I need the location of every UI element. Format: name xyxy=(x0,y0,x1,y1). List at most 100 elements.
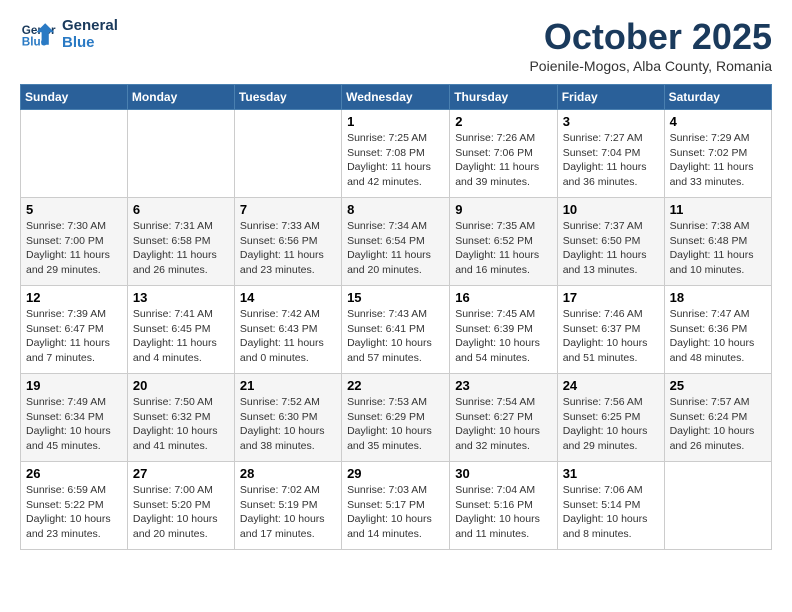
calendar-day-3: 3 Sunrise: 7:27 AM Sunset: 7:04 PM Daylig… xyxy=(557,110,664,198)
day-info: Sunrise: 7:38 AM Sunset: 6:48 PM Dayligh… xyxy=(670,219,766,278)
empty-day xyxy=(21,110,128,198)
day-info: Sunrise: 7:26 AM Sunset: 7:06 PM Dayligh… xyxy=(455,131,551,190)
empty-day xyxy=(127,110,234,198)
day-info: Sunrise: 7:03 AM Sunset: 5:17 PM Dayligh… xyxy=(347,483,444,542)
calendar-day-20: 20 Sunrise: 7:50 AM Sunset: 6:32 PM Dayli… xyxy=(127,374,234,462)
day-info: Sunrise: 6:59 AM Sunset: 5:22 PM Dayligh… xyxy=(26,483,122,542)
day-info: Sunrise: 7:30 AM Sunset: 7:00 PM Dayligh… xyxy=(26,219,122,278)
day-info: Sunrise: 7:27 AM Sunset: 7:04 PM Dayligh… xyxy=(563,131,659,190)
calendar-day-16: 16Sunrise: 7:45 AM Sunset: 6:39 PM Dayli… xyxy=(450,286,557,374)
day-header-sunday: Sunday xyxy=(21,85,128,110)
calendar-day-4: 4Sunrise: 7:29 AM Sunset: 7:02 PM Daylig… xyxy=(664,110,771,198)
calendar-day-22: 22 Sunrise: 7:53 AM Sunset: 6:29 PM Dayli… xyxy=(342,374,450,462)
day-info: Sunrise: 7:33 AM Sunset: 6:56 PM Dayligh… xyxy=(240,219,336,278)
logo-blue: Blue xyxy=(62,34,118,51)
day-info: Sunrise: 7:35 AM Sunset: 6:52 PM Dayligh… xyxy=(455,219,551,278)
day-number: 13 xyxy=(133,290,229,305)
day-number: 8 xyxy=(347,202,444,217)
day-info: Sunrise: 7:42 AM Sunset: 6:43 PM Dayligh… xyxy=(240,307,336,366)
calendar-day-19: 19 Sunrise: 7:49 AM Sunset: 6:34 PM Dayli… xyxy=(21,374,128,462)
day-number: 15 xyxy=(347,290,444,305)
calendar-day-14: 14 Sunrise: 7:42 AM Sunset: 6:43 PM Dayli… xyxy=(234,286,341,374)
calendar-week-row: 26 Sunrise: 6:59 AM Sunset: 5:22 PM Dayli… xyxy=(21,462,772,550)
day-info: Sunrise: 7:25 AM Sunset: 7:08 PM Dayligh… xyxy=(347,131,444,190)
day-number: 21 xyxy=(240,378,336,393)
day-number: 14 xyxy=(240,290,336,305)
day-number: 22 xyxy=(347,378,444,393)
day-info: Sunrise: 7:06 AM Sunset: 5:14 PM Dayligh… xyxy=(563,483,659,542)
day-info: Sunrise: 7:52 AM Sunset: 6:30 PM Dayligh… xyxy=(240,395,336,454)
calendar-day-13: 13 Sunrise: 7:41 AM Sunset: 6:45 PM Dayli… xyxy=(127,286,234,374)
calendar-week-row: 12Sunrise: 7:39 AM Sunset: 6:47 PM Dayli… xyxy=(21,286,772,374)
day-number: 29 xyxy=(347,466,444,481)
calendar-day-12: 12Sunrise: 7:39 AM Sunset: 6:47 PM Dayli… xyxy=(21,286,128,374)
day-header-wednesday: Wednesday xyxy=(342,85,450,110)
calendar-day-23: 23Sunrise: 7:54 AM Sunset: 6:27 PM Dayli… xyxy=(450,374,557,462)
day-header-tuesday: Tuesday xyxy=(234,85,341,110)
day-number: 27 xyxy=(133,466,229,481)
calendar-day-6: 6Sunrise: 7:31 AM Sunset: 6:58 PM Daylig… xyxy=(127,198,234,286)
day-header-friday: Friday xyxy=(557,85,664,110)
day-info: Sunrise: 7:43 AM Sunset: 6:41 PM Dayligh… xyxy=(347,307,444,366)
calendar-day-28: 28 Sunrise: 7:02 AM Sunset: 5:19 PM Dayli… xyxy=(234,462,341,550)
calendar-table: SundayMondayTuesdayWednesdayThursdayFrid… xyxy=(20,84,772,550)
month-title: October 2025 xyxy=(529,16,772,58)
header: General Blue General Blue October 2025 P… xyxy=(20,16,772,74)
calendar-day-24: 24Sunrise: 7:56 AM Sunset: 6:25 PM Dayli… xyxy=(557,374,664,462)
day-info: Sunrise: 7:46 AM Sunset: 6:37 PM Dayligh… xyxy=(563,307,659,366)
title-area: October 2025 Poienile-Mogos, Alba County… xyxy=(529,16,772,74)
day-number: 11 xyxy=(670,202,766,217)
day-number: 18 xyxy=(670,290,766,305)
day-number: 3 xyxy=(563,114,659,129)
calendar-day-31: 31 Sunrise: 7:06 AM Sunset: 5:14 PM Dayli… xyxy=(557,462,664,550)
day-number: 25 xyxy=(670,378,766,393)
calendar-day-7: 7 Sunrise: 7:33 AM Sunset: 6:56 PM Daylig… xyxy=(234,198,341,286)
day-number: 9 xyxy=(455,202,551,217)
day-header-saturday: Saturday xyxy=(664,85,771,110)
day-number: 20 xyxy=(133,378,229,393)
day-number: 31 xyxy=(563,466,659,481)
calendar-day-29: 29 Sunrise: 7:03 AM Sunset: 5:17 PM Dayli… xyxy=(342,462,450,550)
logo-general: General xyxy=(62,17,118,34)
day-number: 30 xyxy=(455,466,551,481)
day-info: Sunrise: 7:50 AM Sunset: 6:32 PM Dayligh… xyxy=(133,395,229,454)
day-number: 4 xyxy=(670,114,766,129)
day-info: Sunrise: 7:47 AM Sunset: 6:36 PM Dayligh… xyxy=(670,307,766,366)
day-header-thursday: Thursday xyxy=(450,85,557,110)
day-info: Sunrise: 7:34 AM Sunset: 6:54 PM Dayligh… xyxy=(347,219,444,278)
day-info: Sunrise: 7:57 AM Sunset: 6:24 PM Dayligh… xyxy=(670,395,766,454)
calendar-day-9: 9 Sunrise: 7:35 AM Sunset: 6:52 PM Daylig… xyxy=(450,198,557,286)
day-info: Sunrise: 7:49 AM Sunset: 6:34 PM Dayligh… xyxy=(26,395,122,454)
day-info: Sunrise: 7:41 AM Sunset: 6:45 PM Dayligh… xyxy=(133,307,229,366)
calendar-day-5: 5Sunrise: 7:30 AM Sunset: 7:00 PM Daylig… xyxy=(21,198,128,286)
day-info: Sunrise: 7:45 AM Sunset: 6:39 PM Dayligh… xyxy=(455,307,551,366)
day-header-monday: Monday xyxy=(127,85,234,110)
day-info: Sunrise: 7:53 AM Sunset: 6:29 PM Dayligh… xyxy=(347,395,444,454)
day-number: 7 xyxy=(240,202,336,217)
calendar-day-11: 11 Sunrise: 7:38 AM Sunset: 6:48 PM Dayli… xyxy=(664,198,771,286)
day-number: 17 xyxy=(563,290,659,305)
day-info: Sunrise: 7:56 AM Sunset: 6:25 PM Dayligh… xyxy=(563,395,659,454)
calendar-week-row: 19 Sunrise: 7:49 AM Sunset: 6:34 PM Dayli… xyxy=(21,374,772,462)
location-subtitle: Poienile-Mogos, Alba County, Romania xyxy=(529,58,772,74)
day-number: 1 xyxy=(347,114,444,129)
calendar-day-2: 2 Sunrise: 7:26 AM Sunset: 7:06 PM Daylig… xyxy=(450,110,557,198)
calendar-day-21: 21 Sunrise: 7:52 AM Sunset: 6:30 PM Dayli… xyxy=(234,374,341,462)
day-number: 2 xyxy=(455,114,551,129)
day-info: Sunrise: 7:04 AM Sunset: 5:16 PM Dayligh… xyxy=(455,483,551,542)
day-info: Sunrise: 7:39 AM Sunset: 6:47 PM Dayligh… xyxy=(26,307,122,366)
day-number: 23 xyxy=(455,378,551,393)
calendar-week-row: 1 Sunrise: 7:25 AM Sunset: 7:08 PM Daylig… xyxy=(21,110,772,198)
day-number: 28 xyxy=(240,466,336,481)
day-info: Sunrise: 7:02 AM Sunset: 5:19 PM Dayligh… xyxy=(240,483,336,542)
day-number: 26 xyxy=(26,466,122,481)
calendar-day-30: 30 Sunrise: 7:04 AM Sunset: 5:16 PM Dayli… xyxy=(450,462,557,550)
calendar-day-10: 10Sunrise: 7:37 AM Sunset: 6:50 PM Dayli… xyxy=(557,198,664,286)
empty-day xyxy=(664,462,771,550)
logo: General Blue General Blue xyxy=(20,16,118,52)
day-info: Sunrise: 7:37 AM Sunset: 6:50 PM Dayligh… xyxy=(563,219,659,278)
calendar-day-17: 17 Sunrise: 7:46 AM Sunset: 6:37 PM Dayli… xyxy=(557,286,664,374)
day-info: Sunrise: 7:31 AM Sunset: 6:58 PM Dayligh… xyxy=(133,219,229,278)
calendar-day-25: 25 Sunrise: 7:57 AM Sunset: 6:24 PM Dayli… xyxy=(664,374,771,462)
day-number: 19 xyxy=(26,378,122,393)
